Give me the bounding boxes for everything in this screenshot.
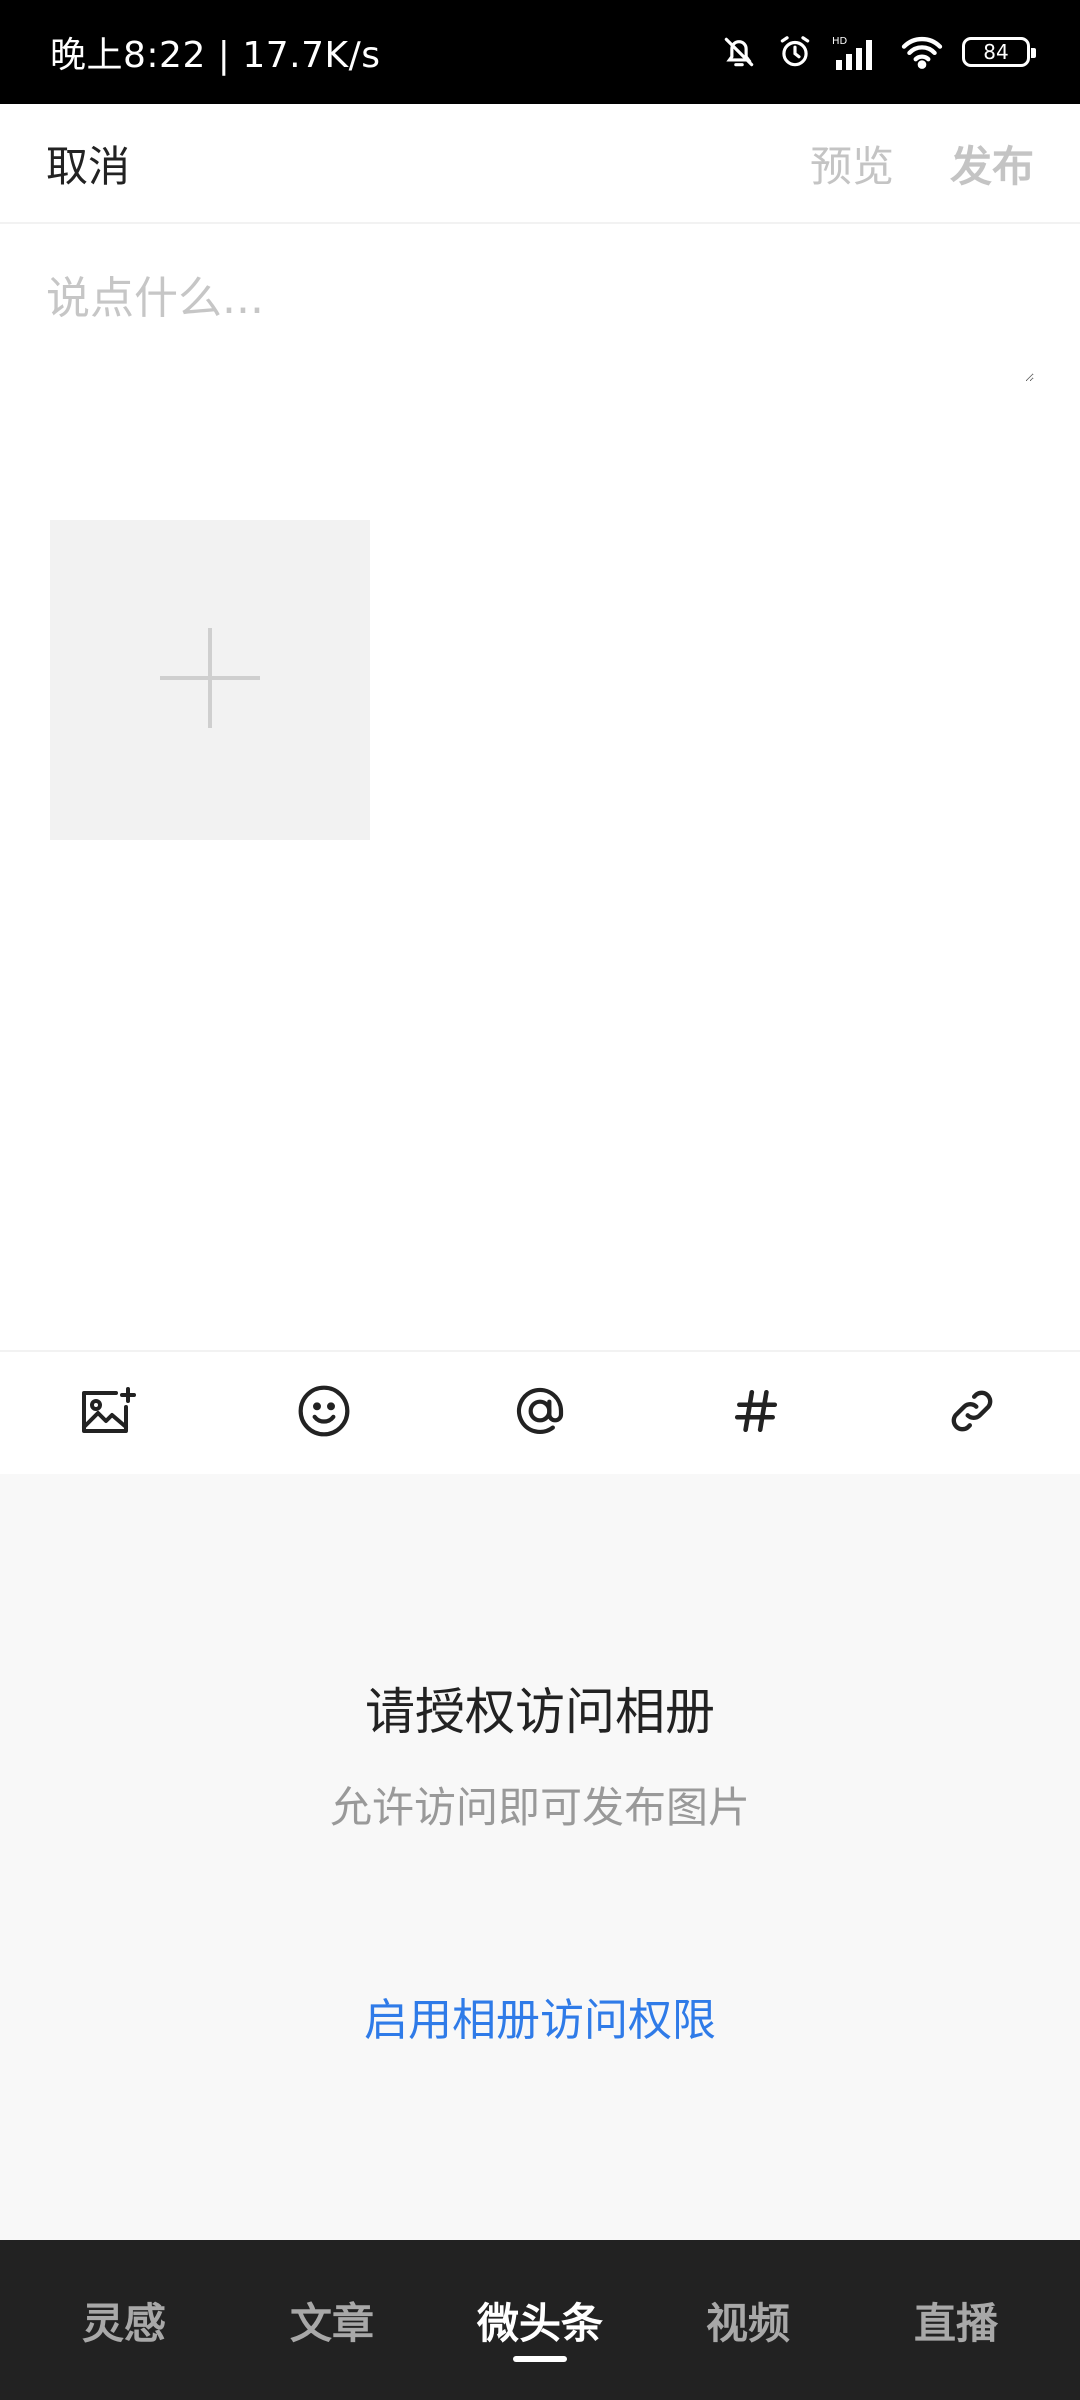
tab-label: 灵感 <box>81 2298 166 2348</box>
preview-button[interactable]: 预览 <box>810 133 894 194</box>
hashtag-button[interactable] <box>648 1351 864 1475</box>
tab-label: 微头条 <box>476 2298 603 2348</box>
insert-image-button[interactable] <box>0 1351 216 1475</box>
battery-level: 84 <box>983 40 1009 64</box>
emoji-button[interactable] <box>216 1351 432 1475</box>
at-mention-icon <box>512 1383 568 1443</box>
screen: 晚上8:22 | 17.7K/s HD 84 取消 预览 发布 说点什么... … <box>0 0 1080 2400</box>
status-time-speed: 晚上8:22 | 17.7K/s <box>50 35 381 76</box>
post-text-input[interactable] <box>46 262 1034 382</box>
status-bar: 晚上8:22 | 17.7K/s HD 84 <box>0 0 1080 104</box>
tab-video[interactable]: 视频 <box>653 2240 843 2400</box>
mention-button[interactable] <box>432 1351 648 1475</box>
bottom-tab-bar: 灵感 文章 微头条 视频 直播 <box>0 2240 1080 2400</box>
cancel-button[interactable]: 取消 <box>46 133 130 194</box>
compose-toolbar <box>0 1350 1080 1474</box>
enable-album-access-link[interactable]: 启用相册访问权限 <box>0 1984 1080 2048</box>
publish-button[interactable]: 发布 <box>950 133 1034 194</box>
signal-icon: HD <box>832 34 882 70</box>
tab-micro-post[interactable]: 微头条 <box>445 2240 635 2400</box>
hashtag-icon <box>731 1384 781 1442</box>
battery-icon: 84 <box>962 37 1036 67</box>
status-icons: HD 84 <box>720 33 1036 71</box>
active-tab-indicator <box>513 2356 567 2362</box>
svg-text:HD: HD <box>832 36 848 47</box>
mute-bell-icon <box>720 33 758 71</box>
permission-description: 允许访问即可发布图片 <box>329 1783 750 1832</box>
add-image-button[interactable] <box>50 520 370 840</box>
permission-title: 请授权访问相册 <box>365 1683 715 1741</box>
tab-label: 直播 <box>913 2298 998 2348</box>
wifi-icon <box>900 34 944 70</box>
emoji-icon <box>296 1383 352 1443</box>
album-permission-panel: 请授权访问相册 允许访问即可发布图片 启用相册访问权限 <box>0 1474 1080 2240</box>
tab-label: 视频 <box>705 2298 790 2348</box>
add-image-icon <box>78 1385 138 1441</box>
link-button[interactable] <box>864 1351 1080 1475</box>
tab-label: 文章 <box>289 2298 374 2348</box>
tab-live[interactable]: 直播 <box>861 2240 1051 2400</box>
plus-icon <box>160 628 260 732</box>
link-icon <box>946 1385 998 1441</box>
tab-inspiration[interactable]: 灵感 <box>29 2240 219 2400</box>
top-bar: 取消 预览 发布 <box>0 104 1080 224</box>
tab-article[interactable]: 文章 <box>237 2240 427 2400</box>
header-actions: 预览 发布 <box>810 133 1034 194</box>
alarm-icon <box>776 33 814 71</box>
